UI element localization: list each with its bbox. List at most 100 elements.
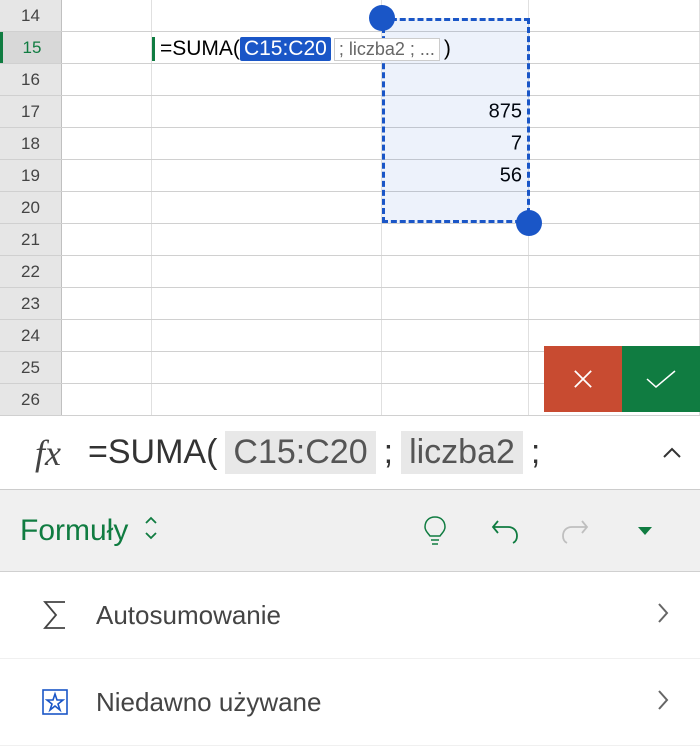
cell[interactable] bbox=[529, 0, 700, 31]
row-header[interactable]: 22 bbox=[0, 256, 62, 287]
cell[interactable] bbox=[529, 256, 700, 287]
cell[interactable] bbox=[152, 224, 382, 255]
cell-value: 7 bbox=[511, 132, 522, 155]
row-header[interactable]: 17 bbox=[0, 96, 62, 127]
cell[interactable] bbox=[382, 288, 529, 319]
cell[interactable]: 7 bbox=[382, 128, 529, 159]
sigma-icon bbox=[30, 598, 80, 632]
row-header[interactable]: 14 bbox=[0, 0, 62, 31]
selection-handle-bottom[interactable] bbox=[516, 210, 542, 236]
spreadsheet-grid[interactable]: 14 15 16 17 875 18 7 19 56 20 21 22 23 24 2… bbox=[0, 0, 700, 415]
cell[interactable] bbox=[529, 224, 700, 255]
formula-arg1[interactable]: C15:C20 bbox=[225, 431, 375, 474]
cell[interactable] bbox=[529, 288, 700, 319]
cell[interactable] bbox=[152, 96, 382, 127]
cell[interactable] bbox=[152, 192, 382, 223]
menu-item-label: Niedawno używane bbox=[80, 687, 656, 718]
expand-collapse-icon[interactable] bbox=[140, 514, 162, 547]
inline-formula-editor[interactable]: =SUMA( C15:C20 ; liczba2 ; ... ) bbox=[152, 33, 451, 65]
cell[interactable] bbox=[529, 160, 700, 191]
chevron-up-icon bbox=[661, 446, 683, 460]
lightbulb-icon bbox=[422, 514, 448, 548]
cell[interactable] bbox=[62, 96, 152, 127]
cell[interactable] bbox=[62, 192, 152, 223]
cell[interactable] bbox=[152, 384, 382, 415]
cell[interactable] bbox=[62, 64, 152, 95]
cell[interactable] bbox=[62, 320, 152, 351]
cell[interactable] bbox=[152, 320, 382, 351]
chevron-right-icon bbox=[656, 688, 670, 717]
cell[interactable] bbox=[382, 320, 529, 351]
row-header[interactable]: 26 bbox=[0, 384, 62, 415]
row-header[interactable]: 24 bbox=[0, 320, 62, 351]
formula-bar: fx =SUMA( C15:C20 ; liczba2 ; bbox=[0, 415, 700, 490]
caret-down-icon bbox=[636, 525, 654, 537]
row-header[interactable]: 25 bbox=[0, 352, 62, 383]
row-header[interactable]: 16 bbox=[0, 64, 62, 95]
cell[interactable] bbox=[529, 96, 700, 127]
toolbar-dropdown[interactable]: Formuły bbox=[20, 514, 128, 548]
redo-button[interactable] bbox=[540, 517, 610, 545]
selection-handle-top[interactable] bbox=[369, 5, 395, 31]
star-icon bbox=[30, 687, 80, 717]
formulas-menu: Autosumowanie Niedawno używane bbox=[0, 572, 700, 746]
cell[interactable] bbox=[62, 256, 152, 287]
fx-label: fx bbox=[8, 432, 88, 474]
cell-value: 875 bbox=[489, 100, 522, 123]
formula-range-token[interactable]: C15:C20 bbox=[240, 37, 331, 61]
undo-icon bbox=[490, 517, 520, 545]
cell[interactable] bbox=[152, 64, 382, 95]
cell[interactable] bbox=[529, 128, 700, 159]
cell[interactable]: 56 bbox=[382, 160, 529, 191]
cell[interactable] bbox=[382, 0, 529, 31]
cell[interactable] bbox=[382, 64, 529, 95]
lightbulb-button[interactable] bbox=[400, 514, 470, 548]
cell[interactable]: 875 bbox=[382, 96, 529, 127]
cell[interactable] bbox=[62, 384, 152, 415]
formula-prefix: =SUMA( bbox=[88, 433, 217, 472]
menu-item-autosum[interactable]: Autosumowanie bbox=[0, 572, 700, 659]
formula-arg2[interactable]: liczba2 bbox=[401, 431, 523, 474]
cell[interactable] bbox=[382, 192, 529, 223]
cell[interactable] bbox=[62, 128, 152, 159]
toolbar: Formuły bbox=[0, 490, 700, 572]
formula-input[interactable]: =SUMA( C15:C20 ; liczba2 ; bbox=[88, 431, 652, 474]
menu-item-recent[interactable]: Niedawno używane bbox=[0, 659, 700, 746]
cell[interactable] bbox=[382, 256, 529, 287]
cell[interactable] bbox=[152, 0, 382, 31]
cell[interactable] bbox=[152, 160, 382, 191]
more-options-button[interactable] bbox=[610, 525, 680, 537]
row-header[interactable]: 19 bbox=[0, 160, 62, 191]
cell[interactable] bbox=[382, 384, 529, 415]
row-header[interactable]: 15 bbox=[0, 32, 62, 63]
formula-sep: ; bbox=[384, 433, 393, 472]
cell[interactable] bbox=[152, 256, 382, 287]
cell[interactable] bbox=[62, 160, 152, 191]
cell[interactable] bbox=[529, 64, 700, 95]
undo-button[interactable] bbox=[470, 517, 540, 545]
cell[interactable] bbox=[62, 224, 152, 255]
cell[interactable] bbox=[62, 0, 152, 31]
row-header[interactable]: 20 bbox=[0, 192, 62, 223]
cancel-button[interactable] bbox=[544, 346, 622, 412]
redo-icon bbox=[560, 517, 590, 545]
cell[interactable] bbox=[62, 32, 152, 63]
cell[interactable] bbox=[529, 192, 700, 223]
row-header[interactable]: 23 bbox=[0, 288, 62, 319]
row-header[interactable]: 18 bbox=[0, 128, 62, 159]
formula-suffix: ; bbox=[531, 433, 540, 472]
chevron-right-icon bbox=[656, 601, 670, 630]
cell[interactable] bbox=[152, 128, 382, 159]
cell[interactable] bbox=[152, 352, 382, 383]
row-header[interactable]: 21 bbox=[0, 224, 62, 255]
cell[interactable] bbox=[62, 352, 152, 383]
cell[interactable] bbox=[62, 288, 152, 319]
cell[interactable] bbox=[382, 224, 529, 255]
formula-suffix: ) bbox=[440, 37, 451, 61]
cell[interactable] bbox=[382, 352, 529, 383]
cell[interactable] bbox=[529, 32, 700, 63]
cell[interactable] bbox=[152, 288, 382, 319]
confirm-button[interactable] bbox=[622, 346, 700, 412]
formula-bar-collapse[interactable] bbox=[652, 446, 692, 460]
cell-value: 56 bbox=[500, 164, 522, 187]
